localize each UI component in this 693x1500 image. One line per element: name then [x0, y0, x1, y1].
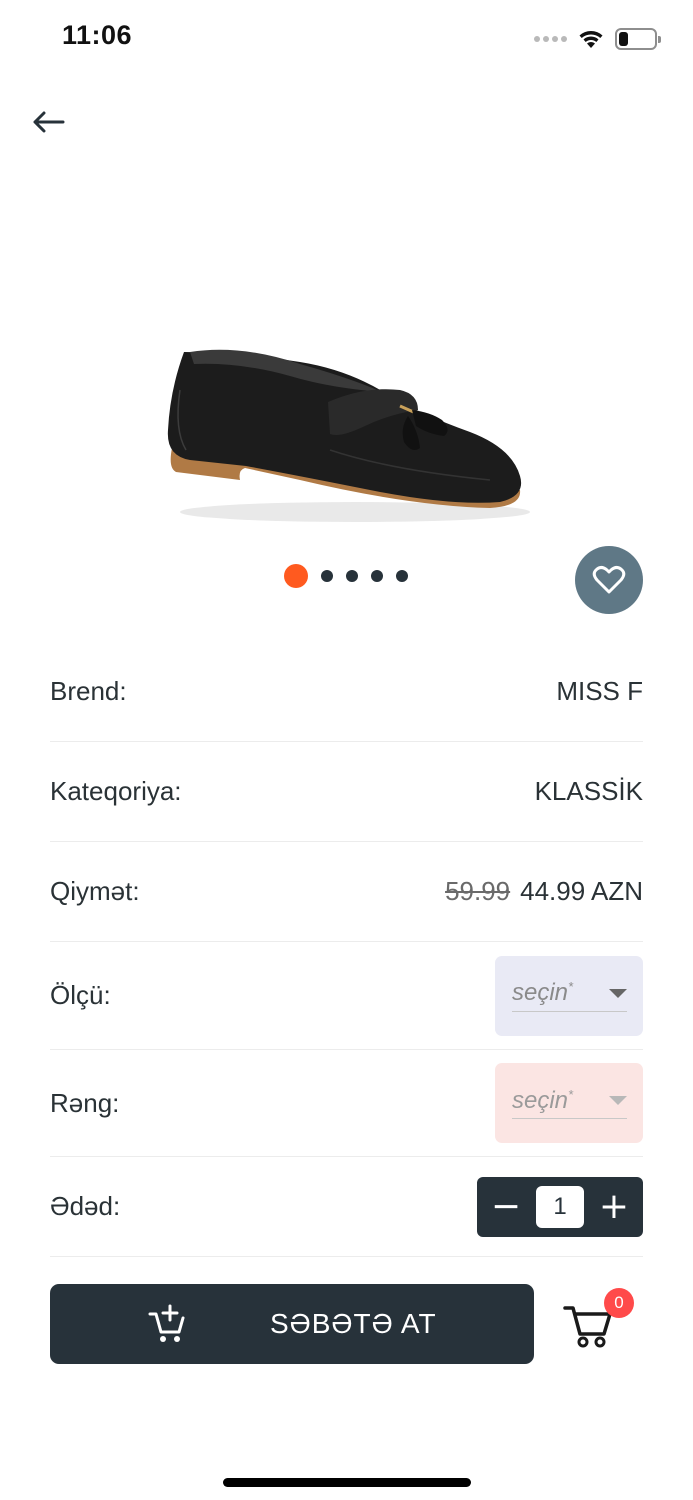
quantity-label: Ədəd:: [50, 1191, 121, 1221]
brand-value: MISS F: [556, 676, 643, 706]
carousel-dot-4[interactable]: [371, 570, 383, 582]
color-label: Rəng:: [50, 1087, 120, 1118]
color-row: Rəng: seçin*: [50, 1050, 643, 1157]
size-label: Ölçü:: [50, 980, 111, 1010]
chevron-down-icon: [609, 988, 627, 998]
home-indicator[interactable]: [223, 1478, 471, 1487]
cart-count-badge: 0: [604, 1288, 634, 1318]
cart-plus-icon: [148, 1304, 185, 1342]
quantity-row: Ədəd: − 1 +: [50, 1157, 643, 1257]
status-time: 11:06: [62, 20, 133, 50]
product-image: [167, 349, 530, 522]
cellular-signal-icon: [534, 36, 567, 42]
add-to-cart-label: SƏBƏTƏ AT: [270, 1308, 437, 1339]
carousel-dot-2[interactable]: [321, 570, 333, 582]
decrease-button[interactable]: −: [491, 1188, 521, 1224]
size-row: Ölçü: seçin*: [50, 942, 643, 1050]
heart-icon: [592, 566, 626, 594]
color-select[interactable]: seçin*: [495, 1063, 643, 1143]
price-label: Qiymət:: [50, 876, 140, 906]
brand-label: Brend:: [50, 676, 127, 706]
arrow-left-icon: [33, 111, 65, 133]
size-select-placeholder: seçin*: [512, 979, 574, 1006]
current-price: 44.99 AZN: [520, 876, 643, 906]
add-to-cart-button[interactable]: SƏBƏTƏ AT: [50, 1284, 534, 1364]
chevron-down-icon: [609, 1096, 627, 1105]
battery-icon: [615, 28, 661, 50]
increase-button[interactable]: +: [599, 1188, 629, 1224]
price-row: Qiymət: 59.99 44.99 AZN: [50, 842, 643, 942]
back-button[interactable]: [28, 102, 68, 142]
carousel-dot-5[interactable]: [396, 570, 408, 582]
quantity-value[interactable]: 1: [536, 1185, 584, 1228]
category-value: KLASSİK: [534, 776, 643, 806]
carousel-indicator[interactable]: [284, 564, 408, 588]
price-value: 59.99 44.99 AZN: [445, 876, 643, 907]
category-label: Kateqoriya:: [50, 776, 182, 806]
brand-row: Brend: MISS F: [50, 642, 643, 742]
old-price: 59.99: [445, 876, 511, 906]
favorite-button[interactable]: [575, 546, 643, 614]
size-select[interactable]: seçin*: [495, 955, 643, 1036]
status-icons: [534, 24, 661, 54]
carousel-dot-3[interactable]: [346, 570, 358, 582]
wifi-icon: [579, 31, 603, 48]
color-select-placeholder: seçin*: [512, 1086, 574, 1114]
quantity-stepper: − 1 +: [477, 1176, 643, 1237]
carousel-dot-1[interactable]: [284, 564, 308, 588]
category-row: Kateqoriya: KLASSİK: [50, 742, 643, 842]
